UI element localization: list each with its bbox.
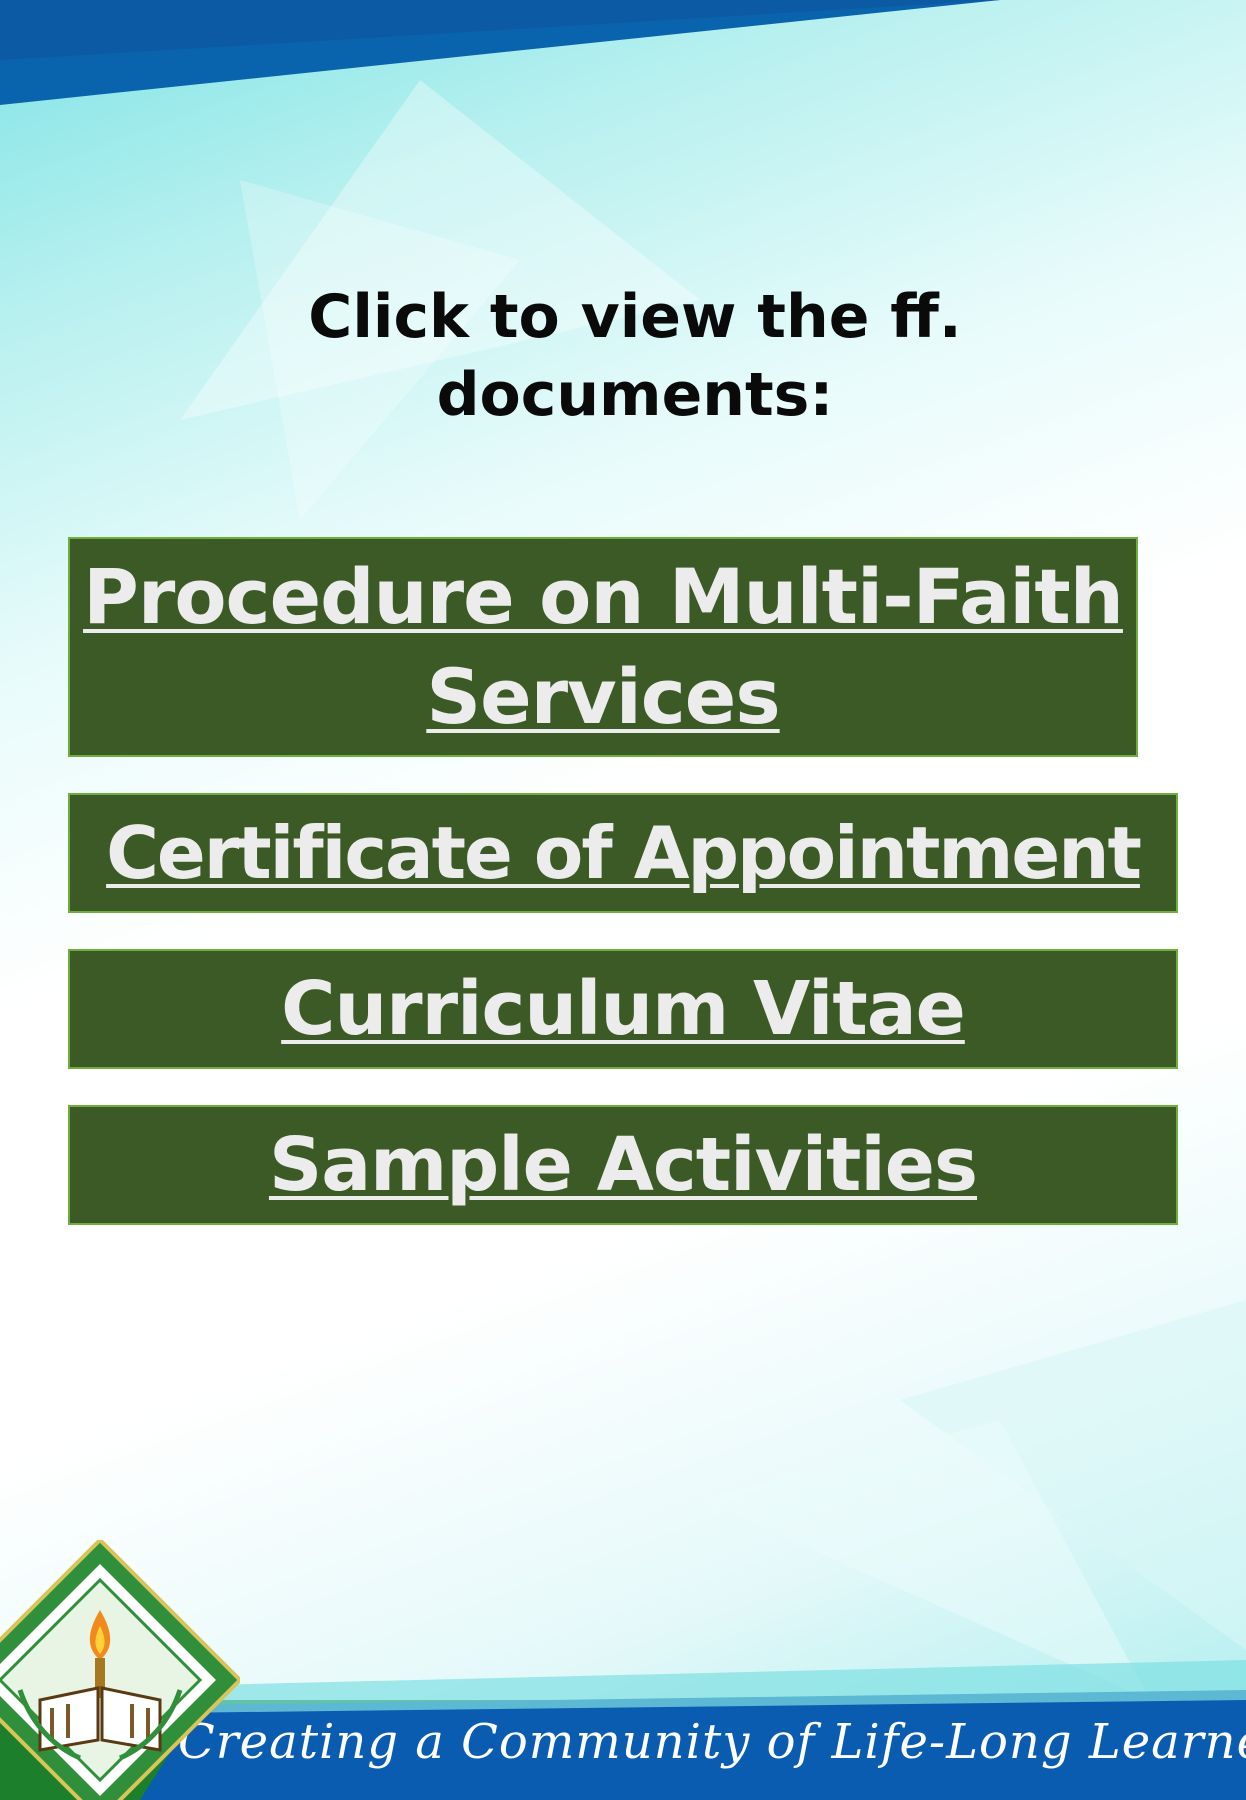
footer-tagline: Creating a Community of Life-Long Learne… [178,1714,1246,1770]
procedure-link-label-line-1: Procedure on Multi-Faith [83,552,1124,641]
university-seal-logo [0,1540,240,1800]
curriculum-vitae-link-label: Curriculum Vitae [281,966,966,1052]
certificate-of-appointment-link[interactable]: Certificate of Appointment [68,793,1178,913]
procedure-link-label: Procedure on Multi-Faith Services [83,547,1124,747]
slide-page: Click to view the ff. documents: Procedu… [0,0,1246,1800]
page-heading: Click to view the ff. documents: [300,278,970,434]
procedure-link-label-line-2: Services [426,652,780,741]
curriculum-vitae-link[interactable]: Curriculum Vitae [68,949,1178,1069]
sample-activities-link-label: Sample Activities [268,1122,978,1208]
certificate-link-label: Certificate of Appointment [106,811,1142,895]
heading-line-2: documents: [436,360,834,430]
sample-activities-link[interactable]: Sample Activities [68,1105,1178,1225]
procedure-multi-faith-services-link[interactable]: Procedure on Multi-Faith Services [68,537,1138,757]
heading-line-1: Click to view the ff. [308,282,962,352]
